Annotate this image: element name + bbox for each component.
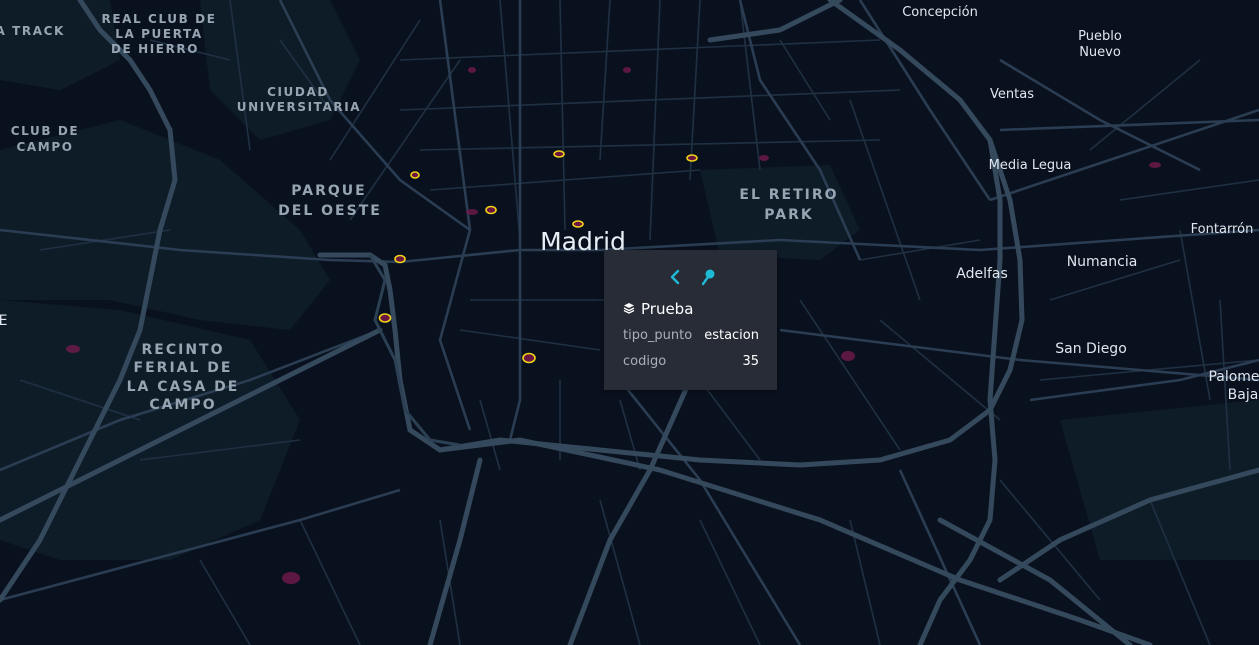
station-point [522, 352, 536, 364]
label-ventas: Ventas [990, 87, 1034, 102]
label-recinto-3: LA CASA DE [127, 379, 240, 395]
label-concepcion: Concepción [902, 5, 978, 20]
label-san-diego: San Diego [1055, 341, 1127, 357]
popup-layer-name: Prueba [641, 299, 694, 318]
label-recinto-2: FERIAL DE [134, 360, 233, 376]
label-recinto-1: RECINTO [142, 342, 225, 358]
label-parque-2: DEL OESTE [278, 203, 382, 219]
station-point [378, 313, 392, 323]
label-pueblo-1: Pueblo [1078, 29, 1122, 44]
popup-nav [604, 266, 777, 288]
label-media-legua: Media Legua [989, 158, 1072, 173]
label-club-campo-2: CAMPO [16, 140, 73, 154]
label-ciudad-2: UNIVERSITARIA [237, 100, 361, 114]
label-real-club-1: REAL CLUB DE [101, 12, 216, 26]
label-retiro-1: EL RETIRO [739, 187, 838, 203]
label-track-1: UELA TRACK [0, 24, 65, 38]
popup-field-value: estacion [704, 328, 759, 343]
label-recinto-4: CAMPO [149, 397, 216, 413]
label-ciudad-1: CIUDAD [267, 85, 329, 99]
label-real-club-3: DE HIERRO [111, 42, 199, 56]
popup-field-row: tipo_punto estacion [623, 328, 759, 343]
label-fontarron: Fontarrón [1191, 222, 1254, 237]
popup-field-value: 35 [742, 354, 759, 369]
label-parque-1: PARQUE [291, 183, 366, 199]
label-retiro-2: PARK [764, 207, 813, 223]
label-club-campo-1: CLUB DE [11, 124, 79, 138]
feature-popup: Prueba tipo_punto estacion codigo 35 [604, 250, 777, 390]
layers-icon [623, 299, 635, 318]
station-point [553, 150, 565, 158]
popup-layer-row: Prueba [623, 299, 693, 318]
label-palomeras-2: Baja [1228, 387, 1259, 403]
popup-field-key: codigo [623, 354, 667, 369]
station-point [410, 171, 420, 179]
label-real-club-2: LA PUERTA [115, 27, 203, 41]
label-adelfas: Adelfas [956, 266, 1008, 282]
label-numancia: Numancia [1067, 254, 1138, 270]
label-edge-e: E [0, 313, 7, 329]
station-point [394, 254, 406, 264]
label-pueblo-2: Nuevo [1079, 45, 1121, 60]
chevron-left-icon[interactable] [664, 266, 686, 288]
pin-icon[interactable] [697, 266, 719, 288]
station-point [485, 205, 497, 215]
station-point [686, 154, 698, 162]
label-palomeras-1: Palome [1208, 369, 1259, 385]
popup-field-row: codigo 35 [623, 354, 759, 369]
popup-field-key: tipo_punto [623, 328, 693, 343]
